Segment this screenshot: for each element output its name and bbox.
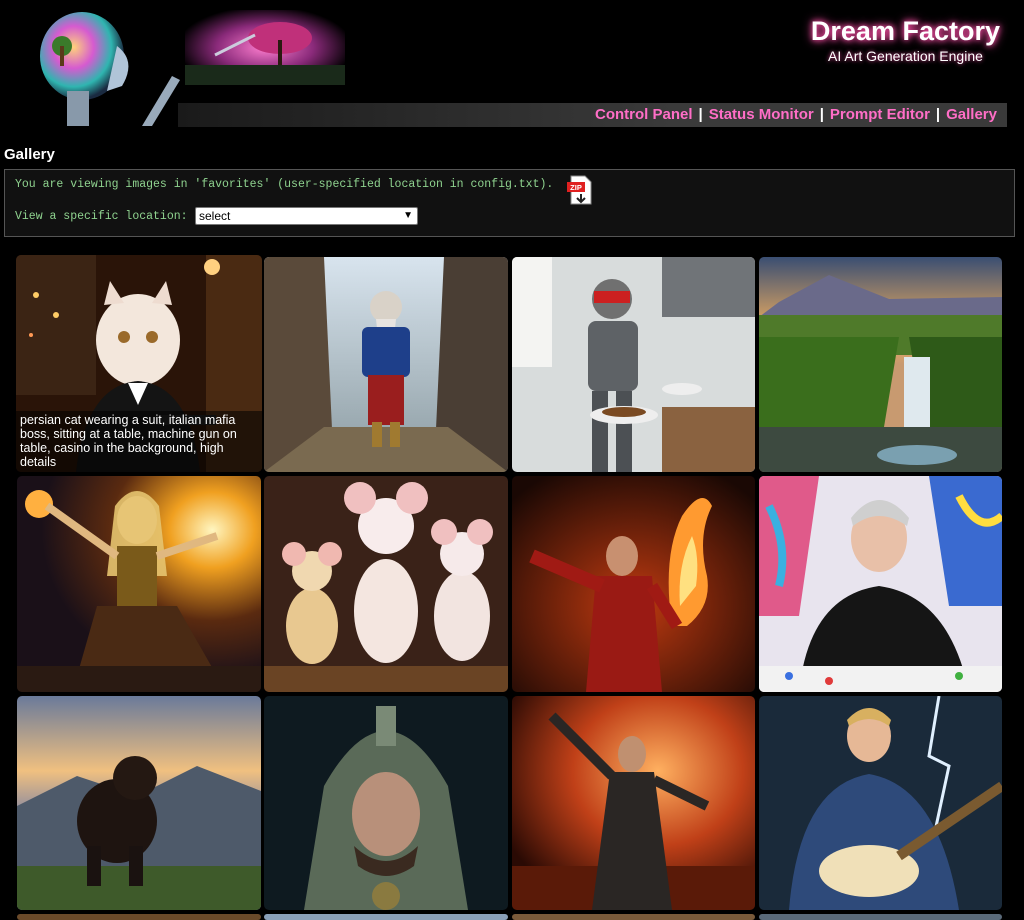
brand-subtitle: AI Art Generation Engine bbox=[828, 48, 983, 64]
gallery-image-persian-cat-mafia[interactable]: persian cat wearing a suit, italian mafi… bbox=[16, 255, 262, 472]
gallery-image-three-mice[interactable] bbox=[264, 476, 508, 692]
gallery-image-partial[interactable] bbox=[512, 914, 755, 920]
gallery-image-robed-figure-fire[interactable] bbox=[512, 696, 755, 910]
image-caption: persian cat wearing a suit, italian mafi… bbox=[16, 411, 262, 472]
robot-head-logo bbox=[40, 12, 180, 126]
tree-painting-logo bbox=[185, 10, 345, 85]
nav-separator: | bbox=[819, 106, 824, 123]
location-select-value: select bbox=[199, 209, 231, 223]
brand-title: Dream Factory bbox=[810, 16, 1000, 46]
gallery-image-guitarist-storm[interactable] bbox=[759, 696, 1002, 910]
gallery-image-partial[interactable] bbox=[264, 914, 508, 920]
gallery-image-painter-man[interactable] bbox=[759, 476, 1002, 692]
gallery-image-waterfall-landscape[interactable] bbox=[759, 257, 1002, 472]
nav-prompt-editor[interactable]: Prompt Editor bbox=[830, 106, 930, 123]
brand: Dream Factory AI Art Generation Engine bbox=[811, 16, 1000, 64]
nav-separator: | bbox=[935, 106, 941, 123]
gallery-image-hooded-warrior[interactable] bbox=[264, 696, 508, 910]
gallery-image-wizard-canyon[interactable] bbox=[264, 257, 508, 472]
gallery-image-blonde-sorceress[interactable] bbox=[17, 476, 261, 692]
nav-bar: Control Panel | Status Monitor | Prompt Edit… bbox=[178, 103, 1007, 127]
viewing-location-text: You are viewing images in 'favorites' (u… bbox=[15, 178, 554, 191]
gallery-image-robot-chef-kitchen[interactable] bbox=[512, 257, 755, 472]
location-select[interactable]: select ▼ bbox=[195, 207, 418, 225]
gallery-image-werewolf-mountains[interactable] bbox=[17, 696, 261, 910]
gallery-image-fire-dancer[interactable] bbox=[512, 476, 755, 692]
nav-control-panel[interactable]: Control Panel bbox=[595, 106, 693, 123]
page-title: Gallery bbox=[4, 146, 55, 163]
gallery-image-partial[interactable] bbox=[17, 914, 261, 920]
nav-separator: | bbox=[698, 106, 703, 123]
info-box: You are viewing images in 'favorites' (u… bbox=[4, 169, 1015, 237]
gallery-image-partial[interactable] bbox=[759, 914, 1002, 920]
header: Dream Factory AI Art Generation Engine C… bbox=[0, 0, 1024, 130]
nav-status-monitor[interactable]: Status Monitor bbox=[709, 106, 814, 123]
chevron-down-icon: ▼ bbox=[403, 210, 413, 221]
zip-icon-label: ZIP bbox=[570, 183, 582, 192]
zip-download-icon[interactable]: ZIP bbox=[565, 174, 593, 206]
location-label: View a specific location: bbox=[15, 210, 188, 223]
nav-gallery[interactable]: Gallery bbox=[946, 106, 997, 123]
